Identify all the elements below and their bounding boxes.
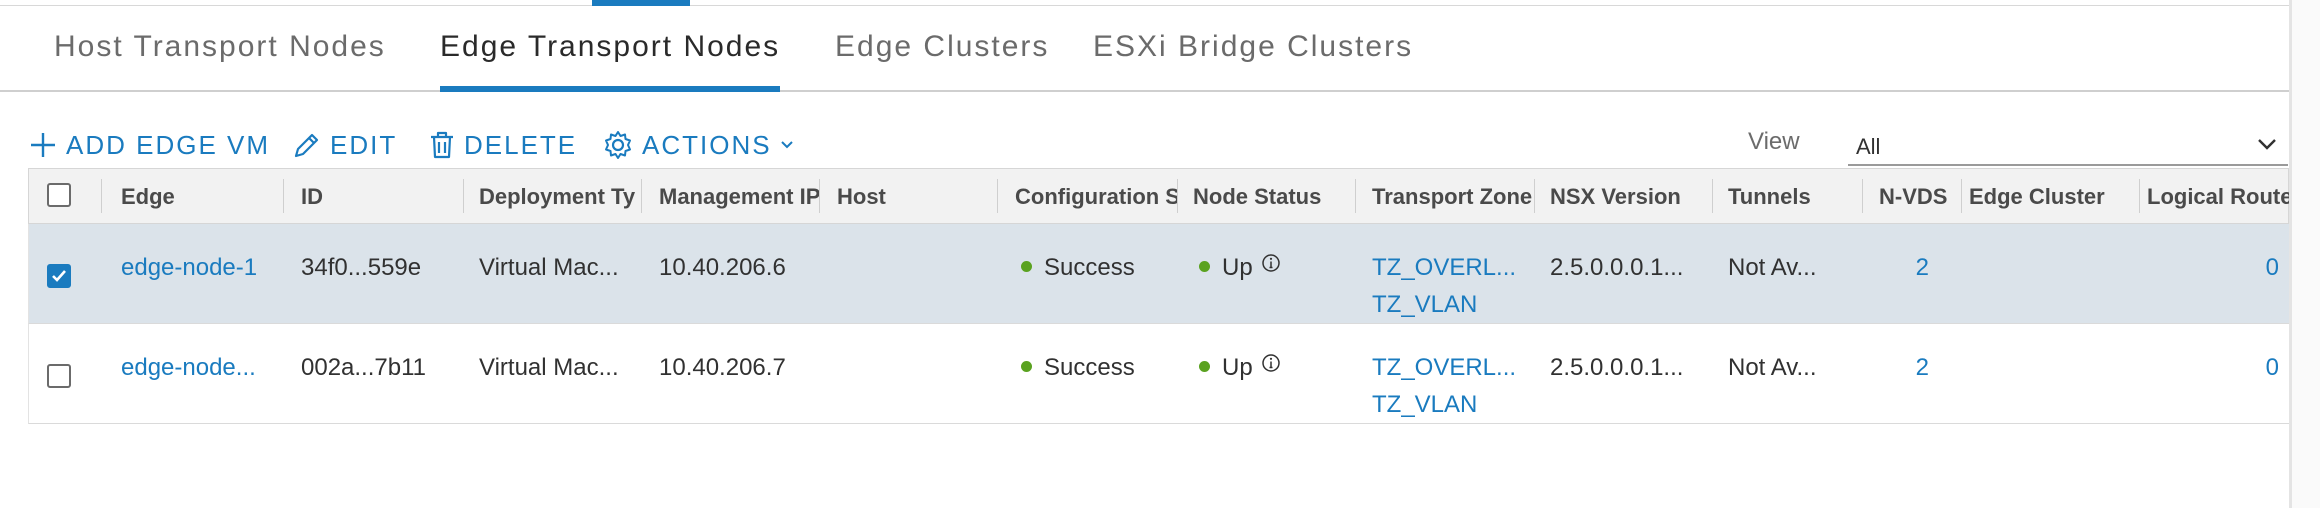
column-header-transport-zone[interactable]: Transport Zone (1372, 169, 1536, 224)
top-divider (0, 5, 2289, 6)
view-filter-select[interactable]: All (1848, 126, 2288, 166)
tunnels: Not Av... (1728, 354, 1817, 381)
column-header-nsx-version[interactable]: NSX Version (1550, 169, 1720, 224)
nsx-version: 2.5.0.0.0.1... (1550, 254, 1684, 281)
column-header-management-ip[interactable]: Management IP (659, 169, 835, 224)
logical-routers-link[interactable]: 0 (2239, 354, 2279, 382)
trash-icon (428, 130, 456, 160)
node-status-text: Up (1222, 254, 1253, 281)
column-header-node-status[interactable]: Node Status (1193, 169, 1363, 224)
edge-transport-nodes-grid: Edge ID Deployment Ty Management IP Host… (28, 168, 2289, 424)
column-divider[interactable] (641, 179, 642, 213)
column-divider[interactable] (1862, 179, 1863, 213)
edit-label: EDIT (330, 129, 398, 160)
column-divider[interactable] (1177, 179, 1178, 213)
actions-menu-button[interactable]: ACTIONS (602, 128, 794, 162)
configuration-status-text: Success (1044, 354, 1135, 381)
column-divider[interactable] (101, 179, 102, 213)
node-status: Up (1199, 354, 1355, 382)
chevron-down-icon (780, 140, 794, 150)
delete-label: DELETE (464, 129, 578, 160)
status-dot (1199, 261, 1210, 273)
column-divider[interactable] (463, 179, 464, 213)
edge-id: 34f0...559e (301, 254, 422, 281)
tunnels: Not Av... (1728, 254, 1817, 281)
column-divider[interactable] (1961, 179, 1962, 213)
nsx-version: 2.5.0.0.0.1... (1550, 354, 1684, 381)
gear-icon (602, 129, 634, 161)
checkmark-icon (52, 270, 66, 282)
column-header-configuration-state[interactable]: Configuration S (1015, 169, 1177, 224)
transport-zone-link[interactable]: TZ_OVERL... (1372, 254, 1530, 282)
management-ip: 10.40.206.6 (659, 254, 786, 281)
column-divider[interactable] (283, 179, 284, 213)
column-header-nvds[interactable]: N-VDS (1879, 169, 1963, 224)
column-header-edge[interactable]: Edge (121, 169, 291, 224)
info-icon[interactable] (1261, 354, 1281, 380)
view-filter-value: All (1856, 134, 1881, 159)
transport-zone-link[interactable]: TZ_VLAN (1372, 291, 1477, 319)
tab-esxi-bridge-clusters[interactable]: ESXi Bridge Clusters (1093, 30, 1413, 90)
tab-edge-transport-nodes[interactable]: Edge Transport Nodes (440, 30, 781, 92)
add-edge-vm-label: ADD EDGE VM (66, 129, 271, 160)
top-accent-bar (592, 0, 690, 6)
column-header-host[interactable]: Host (837, 169, 997, 224)
edit-button[interactable]: EDIT (292, 128, 397, 162)
column-header-tunnels[interactable]: Tunnels (1728, 169, 1878, 224)
info-icon[interactable] (1261, 254, 1281, 280)
column-header-logical-routers[interactable]: Logical Routers (2147, 169, 2289, 224)
status-dot (1021, 361, 1032, 373)
node-status: Up (1199, 254, 1355, 282)
tab-host-transport-nodes[interactable]: Host Transport Nodes (54, 30, 386, 90)
configuration-status-text: Success (1044, 254, 1135, 281)
nvds-count-link[interactable]: 2 (1899, 254, 1929, 282)
tab-edge-clusters[interactable]: Edge Clusters (835, 30, 1049, 90)
table-row[interactable]: edge-node... 002a...7b11 Virtual Mac... … (28, 324, 2289, 424)
column-divider[interactable] (1534, 179, 1535, 213)
node-status-text: Up (1222, 354, 1253, 381)
logical-routers-link[interactable]: 0 (2239, 254, 2279, 282)
column-divider[interactable] (819, 179, 820, 213)
view-label: View (1748, 128, 1800, 155)
edge-name-link[interactable]: edge-node... (121, 354, 273, 382)
panel-right-strip (2292, 0, 2320, 508)
edge-id: 002a...7b11 (301, 354, 427, 381)
column-header-deployment-type[interactable]: Deployment Ty (479, 169, 653, 224)
row-checkbox[interactable] (47, 364, 71, 388)
add-edge-vm-button[interactable]: ADD EDGE VM (28, 128, 270, 162)
edge-name-link[interactable]: edge-node-1 (121, 254, 281, 282)
column-divider[interactable] (1712, 179, 1713, 213)
delete-button[interactable]: DELETE (428, 128, 577, 162)
select-all-checkbox[interactable] (47, 183, 71, 207)
configuration-status: Success (1021, 354, 1177, 382)
column-divider[interactable] (997, 179, 998, 213)
column-divider[interactable] (1355, 179, 1356, 213)
management-ip: 10.40.206.7 (659, 354, 786, 381)
plus-icon (28, 130, 58, 160)
transport-zone-link[interactable]: TZ_OVERL... (1372, 354, 1530, 382)
column-header-id[interactable]: ID (301, 169, 461, 224)
configuration-status: Success (1021, 254, 1177, 282)
status-dot (1199, 361, 1210, 373)
transport-zone-link[interactable]: TZ_VLAN (1372, 391, 1477, 419)
row-checkbox[interactable] (47, 264, 71, 288)
column-divider[interactable] (2139, 179, 2140, 213)
pencil-icon (292, 130, 322, 160)
deployment-type: Virtual Mac... (479, 254, 619, 281)
nvds-count-link[interactable]: 2 (1899, 354, 1929, 382)
column-header-edge-cluster[interactable]: Edge Cluster (1969, 169, 2149, 224)
status-dot (1021, 261, 1032, 273)
actions-label: ACTIONS (642, 129, 772, 160)
table-row[interactable]: edge-node-1 34f0...559e Virtual Mac... 1… (28, 224, 2289, 324)
deployment-type: Virtual Mac... (479, 354, 619, 381)
tab-bar: Host Transport Nodes Edge Transport Node… (0, 0, 2289, 92)
grid-header: Edge ID Deployment Ty Management IP Host… (28, 168, 2289, 224)
